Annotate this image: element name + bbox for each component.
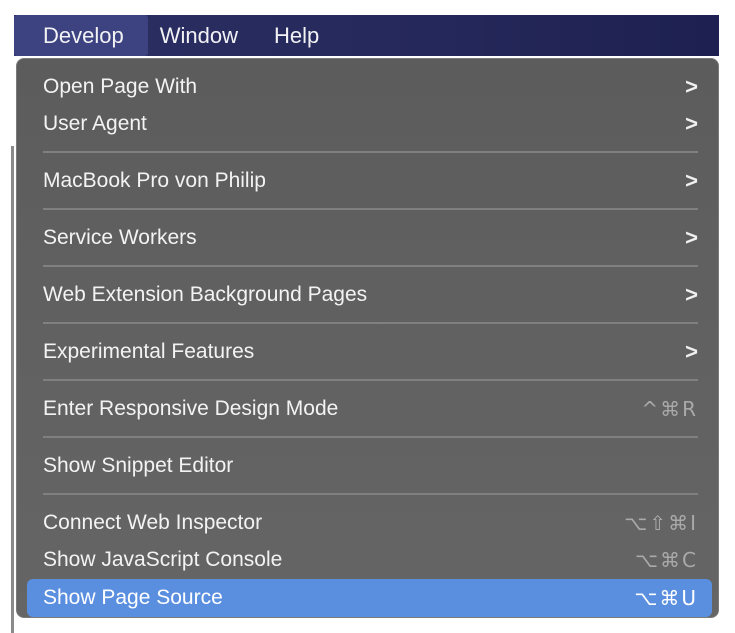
menu-item-service-workers[interactable]: Service Workers >: [27, 220, 712, 256]
menu-item-responsive-design-mode[interactable]: Enter Responsive Design Mode ^⌘R: [27, 391, 712, 427]
menu-item-connect-web-inspector[interactable]: Connect Web Inspector ⌥⇧⌘I: [27, 505, 712, 541]
menubar-help[interactable]: Help: [256, 15, 337, 56]
keyboard-shortcut: ⌥⇧⌘I: [624, 511, 698, 535]
chevron-right-icon: >: [685, 339, 698, 364]
window-edge: [0, 56, 14, 633]
menu-item-label: User Agent: [43, 112, 147, 135]
menu-item-label: Enter Responsive Design Mode: [43, 397, 339, 420]
menu-item-show-page-source[interactable]: Show Page Source ⌥⌘U: [27, 579, 712, 617]
menu-item-label: MacBook Pro von Philip: [43, 169, 266, 192]
menu-bar: Develop Window Help: [14, 15, 719, 56]
menu-item-user-agent[interactable]: User Agent >: [27, 106, 712, 142]
menu-item-experimental-features[interactable]: Experimental Features >: [27, 334, 712, 370]
develop-menu-dropdown: Open Page With > User Agent > MacBook Pr…: [16, 58, 719, 618]
chevron-right-icon: >: [685, 74, 698, 99]
menu-separator: [43, 151, 698, 153]
menu-item-label: Show JavaScript Console: [43, 548, 283, 571]
menu-item-web-extension-background-pages[interactable]: Web Extension Background Pages >: [27, 277, 712, 313]
menu-item-show-javascript-console[interactable]: Show JavaScript Console ⌥⌘C: [27, 542, 712, 578]
menubar-develop[interactable]: Develop: [14, 15, 148, 56]
menu-item-label: Service Workers: [43, 226, 197, 249]
menu-separator: [43, 379, 698, 381]
keyboard-shortcut: ⌥⌘U: [634, 586, 698, 610]
menu-separator: [43, 436, 698, 438]
menu-separator: [43, 265, 698, 267]
chevron-right-icon: >: [685, 282, 698, 307]
menubar-window[interactable]: Window: [142, 15, 256, 56]
menu-item-label: Connect Web Inspector: [43, 511, 263, 534]
menu-item-label: Show Page Source: [43, 586, 223, 609]
menu-separator: [43, 208, 698, 210]
keyboard-shortcut: ⌥⌘C: [634, 548, 698, 572]
menu-item-label: Experimental Features: [43, 340, 255, 363]
chevron-right-icon: >: [685, 168, 698, 193]
menu-item-label: Web Extension Background Pages: [43, 283, 368, 306]
keyboard-shortcut: ^⌘R: [641, 397, 698, 421]
menu-separator: [43, 493, 698, 495]
menu-item-label: Show Snippet Editor: [43, 454, 234, 477]
menu-item-macbook-pro[interactable]: MacBook Pro von Philip >: [27, 163, 712, 199]
menu-item-label: Open Page With: [43, 75, 198, 98]
chevron-right-icon: >: [685, 225, 698, 250]
menu-item-open-page-with[interactable]: Open Page With >: [27, 69, 712, 105]
chevron-right-icon: >: [685, 111, 698, 136]
menu-separator: [43, 322, 698, 324]
menu-item-show-snippet-editor[interactable]: Show Snippet Editor: [27, 448, 712, 484]
